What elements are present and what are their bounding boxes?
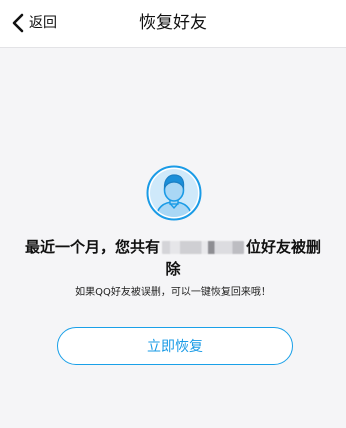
headline-suffix: 位好友被删 bbox=[246, 238, 322, 256]
headline-wrap: 除 bbox=[165, 260, 181, 278]
person-avatar-icon bbox=[146, 165, 202, 221]
top-navigation-bar: 返回 恢复好友 bbox=[0, 0, 346, 48]
restore-hint-text: 如果QQ好友被误删，可以一键恢复回来哦！ bbox=[75, 287, 271, 298]
deleted-friends-headline: 最近一个月，您共有 位好友被删 除 bbox=[0, 236, 346, 280]
main-content: 最近一个月，您共有 位好友被删 除 如果QQ好友被误删，可以一键恢复回来哦！ 立… bbox=[0, 48, 346, 428]
headline-prefix: 最近一个月，您共有 bbox=[24, 238, 160, 256]
page-title: 恢复好友 bbox=[139, 13, 207, 33]
redacted-count bbox=[162, 240, 244, 254]
restore-now-button[interactable]: 立即恢复 bbox=[57, 327, 293, 365]
recover-friends-screen: 返回 恢复好友 最近一个月，您共有 位好友被删 除 如果QQ好友被误删，可以一键… bbox=[0, 0, 346, 428]
